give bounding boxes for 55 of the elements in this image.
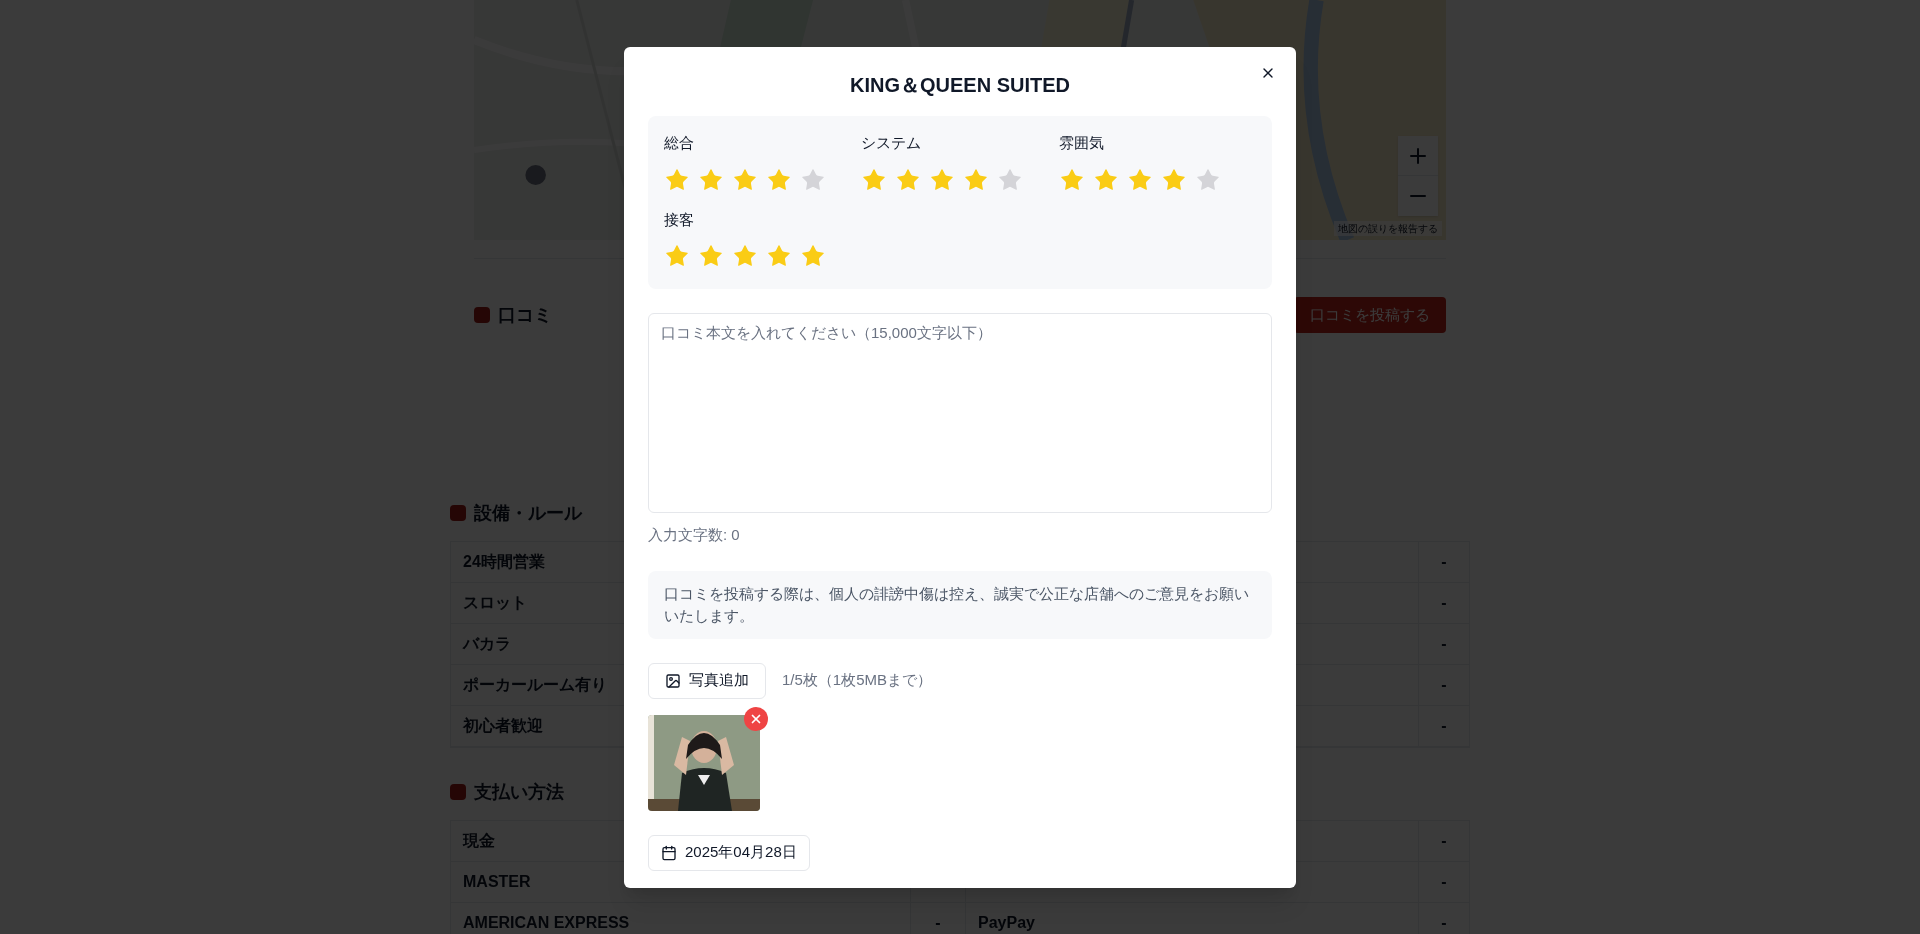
star-icon[interactable] — [1092, 166, 1119, 193]
rating-label: 総合 — [664, 133, 695, 153]
rating-label: 雰囲気 — [1058, 133, 1105, 153]
star-icon[interactable] — [929, 166, 956, 193]
table-cell-text: - — [1441, 831, 1447, 851]
add-photo-button[interactable]: 写真追加 — [648, 662, 766, 699]
table-cell-text: 24時間営業 — [463, 552, 545, 572]
star-icon[interactable] — [732, 166, 758, 193]
table-cell-text: PayPay — [978, 913, 1035, 933]
table-cell-text: - — [1441, 634, 1447, 654]
star-icon[interactable] — [895, 166, 922, 193]
table-cell-text: - — [935, 913, 941, 933]
star-icon[interactable] — [800, 243, 826, 269]
review-text-field[interactable]: 口コミ本文を入れてください（15,000文字以下） — [648, 313, 1272, 513]
table-cell-text: スロット — [463, 593, 527, 613]
table-cell-text: AMERICAN EXPRESS — [463, 913, 630, 933]
star-icon[interactable] — [1126, 166, 1153, 193]
table-cell-text: - — [1441, 552, 1447, 572]
image-icon — [665, 672, 681, 689]
star-icon[interactable] — [861, 166, 888, 193]
section-title: 設備・ルール — [474, 502, 582, 525]
star-icon[interactable] — [963, 166, 990, 193]
calendar-icon — [661, 844, 677, 861]
rating-label: 接客 — [664, 209, 695, 230]
star-icon[interactable] — [664, 243, 690, 269]
table-cell-text: 現金 — [463, 831, 495, 851]
photo-limit-text: 1/5枚（1枚5MBまで） — [782, 670, 933, 691]
star-icon[interactable] — [1160, 166, 1187, 193]
section-title: 支払い方法 — [474, 781, 564, 804]
table-cell-text: バカラ — [463, 634, 511, 654]
star-icon[interactable] — [1194, 166, 1221, 193]
table-cell-text: ポーカールーム有り — [463, 675, 607, 695]
table-cell-text: MASTER — [463, 872, 531, 892]
table-cell-text: 初心者歓迎 — [463, 716, 543, 736]
star-icon[interactable] — [664, 166, 690, 193]
rating-label: システム — [861, 133, 923, 153]
table-cell-text: - — [1441, 913, 1447, 933]
star-icon[interactable] — [766, 166, 792, 193]
star-icon[interactable] — [732, 243, 758, 269]
section-title: 口コミ — [498, 304, 552, 327]
remove-photo-button[interactable] — [744, 706, 768, 731]
dialog-title: KING＆QUEEN SUITED — [849, 73, 1071, 97]
star-icon[interactable] — [997, 166, 1024, 193]
star-icon[interactable] — [698, 243, 724, 269]
table-cell-text: - — [1441, 593, 1447, 613]
star-icon[interactable] — [800, 166, 826, 193]
star-icon[interactable] — [1058, 166, 1085, 193]
table-cell-text: - — [1441, 872, 1447, 892]
star-icon[interactable] — [698, 166, 724, 193]
date-button[interactable]: 2025年04月28日 — [648, 834, 810, 871]
character-count: 入力文字数: 0 — [648, 525, 741, 545]
star-icon[interactable] — [766, 243, 792, 269]
notice-text: 口コミを投稿する際は、個人の誹謗中傷は控え、誠実で公正な店舗へのご意見をお願いいたします。 — [648, 570, 1272, 639]
table-cell-text: - — [1441, 675, 1447, 695]
table-cell-text: - — [1441, 716, 1447, 736]
